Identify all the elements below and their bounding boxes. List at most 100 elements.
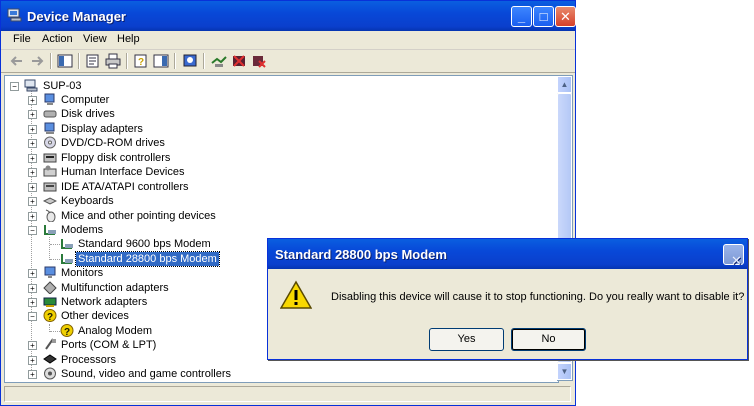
multifunction-icon: [43, 281, 57, 294]
modem-icon: [44, 225, 56, 235]
tree-item-label: Ports (COM & LPT): [61, 339, 157, 351]
expand-icon[interactable]: +: [28, 212, 37, 221]
mouse-icon: [45, 209, 56, 222]
chevron-up-icon: ▲: [560, 80, 569, 89]
tree-item-label: Standard 9600 bps Modem: [78, 238, 211, 250]
disable-device-icon[interactable]: [231, 53, 247, 69]
scroll-up-button[interactable]: ▲: [557, 76, 572, 93]
expand-icon[interactable]: +: [28, 356, 37, 365]
expand-icon[interactable]: +: [28, 139, 37, 148]
unknown-device-icon: ?: [60, 324, 74, 337]
status-bar: [1, 383, 575, 405]
svg-text:?: ?: [47, 312, 53, 322]
toolbar-separator: [78, 53, 80, 69]
expand-icon[interactable]: +: [28, 154, 37, 163]
close-icon: ✕: [731, 253, 742, 268]
svg-text:?: ?: [64, 327, 70, 337]
toolbar-separator: [126, 53, 128, 69]
network-adapter-icon: [43, 297, 57, 307]
maximize-icon: □: [539, 9, 548, 24]
tree-line: [49, 237, 50, 260]
toolbar: ?: [1, 50, 575, 73]
scan-hardware-icon[interactable]: [182, 53, 198, 69]
disk-drive-icon: [43, 110, 57, 118]
title-bar[interactable]: Device Manager _ □ ✕: [1, 1, 576, 31]
print-icon[interactable]: [105, 53, 121, 69]
minimize-button[interactable]: _: [511, 6, 532, 27]
tree-root-label: SUP-03: [43, 80, 82, 92]
modem-icon: [61, 239, 73, 249]
window-title: Device Manager: [27, 9, 126, 24]
action-pane-icon[interactable]: [153, 53, 169, 69]
toolbar-separator: [203, 53, 205, 69]
back-arrow-icon[interactable]: [9, 53, 25, 69]
scroll-down-button[interactable]: ▼: [557, 363, 572, 380]
expand-icon[interactable]: +: [28, 341, 37, 350]
update-driver-icon[interactable]: [211, 53, 227, 69]
yes-button[interactable]: Yes: [429, 328, 504, 351]
minimize-icon: _: [517, 9, 526, 24]
show-hide-tree-icon[interactable]: [57, 53, 73, 69]
expand-icon[interactable]: +: [28, 110, 37, 119]
floppy-controller-icon: [43, 153, 57, 163]
tree-item-label: Human Interface Devices: [61, 166, 185, 178]
tree-item-label: Computer: [61, 94, 110, 106]
tree-item-label: Other devices: [61, 310, 129, 322]
keyboard-icon: [43, 197, 57, 205]
menu-action[interactable]: Action: [42, 33, 73, 45]
tree-line: [50, 244, 60, 245]
no-button[interactable]: No: [511, 328, 586, 351]
tree-item-label: Processors: [61, 354, 117, 366]
close-button[interactable]: ✕: [555, 6, 576, 27]
collapse-icon[interactable]: −: [28, 312, 37, 321]
monitor-icon: [44, 266, 56, 278]
dialog-close-button[interactable]: ✕: [723, 244, 744, 268]
collapse-icon[interactable]: −: [28, 226, 37, 235]
unknown-device-icon: ?: [43, 309, 57, 322]
help-icon[interactable]: ?: [133, 53, 149, 69]
sound-icon: [44, 367, 56, 380]
expand-icon[interactable]: +: [28, 125, 37, 134]
expand-icon[interactable]: +: [28, 197, 37, 206]
tree-item-label: Monitors: [61, 267, 104, 279]
properties-icon[interactable]: [85, 53, 101, 69]
menu-help[interactable]: Help: [117, 33, 140, 45]
tree-item-label: DVD/CD-ROM drives: [61, 137, 165, 149]
dialog-title-bar[interactable]: Standard 28800 bps Modem ✕: [268, 239, 747, 269]
toolbar-separator: [174, 53, 176, 69]
warning-icon: [280, 280, 312, 309]
tree-item-label-selected: Standard 28800 bps Modem: [75, 251, 220, 267]
status-cell: [4, 386, 571, 402]
expand-icon[interactable]: +: [28, 370, 37, 379]
port-icon: [45, 338, 56, 350]
confirm-dialog: Standard 28800 bps Modem ✕ Disabling thi…: [267, 238, 748, 360]
dialog-title: Standard 28800 bps Modem: [275, 247, 447, 262]
tree-item-label: Keyboards: [61, 195, 114, 207]
modem-icon: [61, 254, 73, 264]
svg-text:?: ?: [138, 57, 144, 68]
collapse-icon[interactable]: −: [10, 82, 19, 91]
maximize-button[interactable]: □: [533, 6, 554, 27]
ide-controller-icon: [43, 182, 57, 192]
menu-bar: File Action View Help: [1, 31, 575, 50]
expand-icon[interactable]: +: [28, 183, 37, 192]
expand-icon[interactable]: +: [28, 298, 37, 307]
tree-item-label: Modems: [61, 224, 104, 236]
chevron-down-icon: ▼: [560, 367, 569, 376]
computer-icon: [44, 93, 55, 105]
computer-icon: [7, 8, 22, 22]
expand-icon[interactable]: +: [28, 168, 37, 177]
uninstall-device-icon[interactable]: [251, 53, 267, 69]
dialog-message: Disabling this device will cause it to s…: [331, 291, 745, 303]
expand-icon[interactable]: +: [28, 284, 37, 293]
expand-icon[interactable]: +: [28, 269, 37, 278]
tree-item-label: Sound, video and game controllers: [61, 368, 231, 380]
menu-file[interactable]: File: [13, 33, 31, 45]
computer-icon: [24, 79, 38, 92]
expand-icon[interactable]: +: [28, 96, 37, 105]
tree-item-label: Display adapters: [61, 123, 143, 135]
processor-icon: [43, 354, 57, 364]
tree-item-label: Disk drives: [61, 108, 115, 120]
menu-view[interactable]: View: [83, 33, 107, 45]
forward-arrow-icon[interactable]: [29, 53, 45, 69]
